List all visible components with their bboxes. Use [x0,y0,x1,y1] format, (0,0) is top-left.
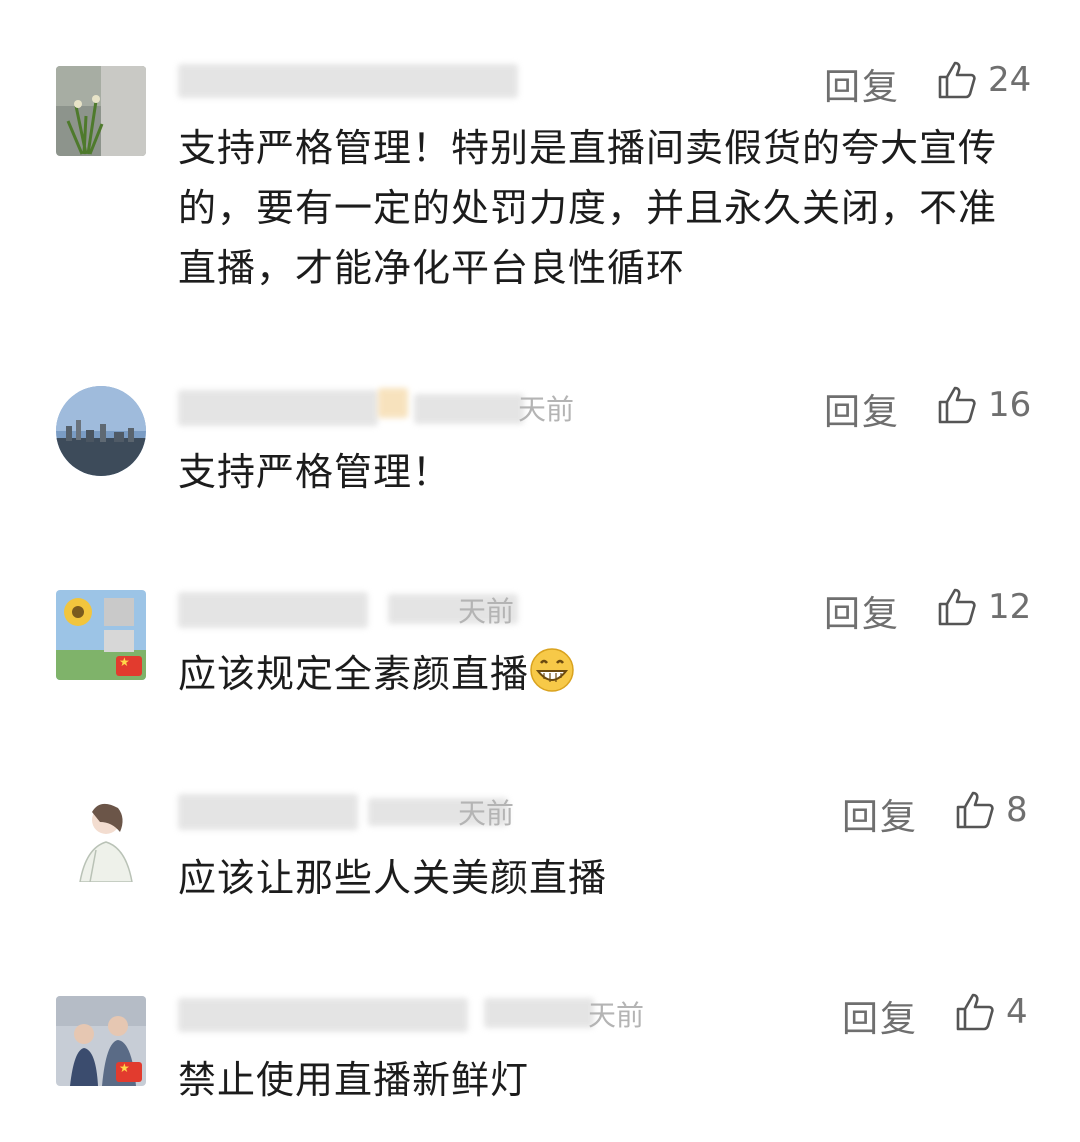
plant-photo-avatar-icon [56,66,146,156]
thumbs-up-icon [956,993,994,1031]
like-button[interactable]: 24 [936,58,1031,102]
comment-meta: 天前 [178,386,578,430]
comment-text: 应该规定全素颜直播 [178,644,1008,704]
like-count: 12 [988,587,1032,627]
reply-button[interactable]: 回复 [842,788,918,840]
user-avatar[interactable] [56,792,146,882]
grinning-face-emoji-icon [530,648,574,692]
girl-sketch-avatar-icon [56,792,146,882]
like-button[interactable]: 8 [954,788,1028,832]
thumbs-up-icon [938,588,976,626]
timestamp: 天前 [518,393,575,426]
country-flag-icon [116,1061,142,1082]
reply-button[interactable]: 回复 [824,383,900,435]
comment-meta [178,58,538,102]
timestamp: 天前 [458,797,515,830]
user-avatar[interactable] [56,66,146,156]
timestamp: 天前 [588,999,645,1032]
reply-button[interactable]: 回复 [824,58,900,110]
comment-meta: 天前 [178,788,538,832]
timestamp: 天前 [458,595,515,628]
country-flag-icon [116,655,142,676]
thumbs-up-icon [938,386,976,424]
comment-text: 应该让那些人关美颜直播 [178,856,608,900]
like-button[interactable]: 4 [954,990,1028,1034]
comment-meta: 天前 [178,990,658,1034]
thumbs-up-icon [956,791,994,829]
comment-text: 禁止使用直播新鲜灯 [178,1058,530,1102]
like-count: 16 [988,385,1032,425]
like-button[interactable]: 16 [936,383,1031,427]
city-skyline-avatar-icon [56,386,146,476]
comment-item: 回复 24 支持严格管理！特别是直播间卖假货的夸大宣传的，要有一定的处罚力度，并… [0,0,1080,320]
comment-meta: 天前 [178,586,538,630]
reply-button[interactable]: 回复 [842,990,918,1042]
like-button[interactable]: 12 [936,585,1031,629]
user-avatar[interactable] [56,386,146,476]
thumbs-up-icon [938,61,976,99]
comment-text: 支持严格管理！ [178,450,452,494]
like-count: 4 [1006,992,1028,1032]
comment-text: 支持严格管理！特别是直播间卖假货的夸大宣传的，要有一定的处罚力度，并且永久关闭，… [178,126,998,290]
like-count: 8 [1006,790,1028,830]
reply-button[interactable]: 回复 [824,585,900,637]
like-count: 24 [988,60,1032,100]
